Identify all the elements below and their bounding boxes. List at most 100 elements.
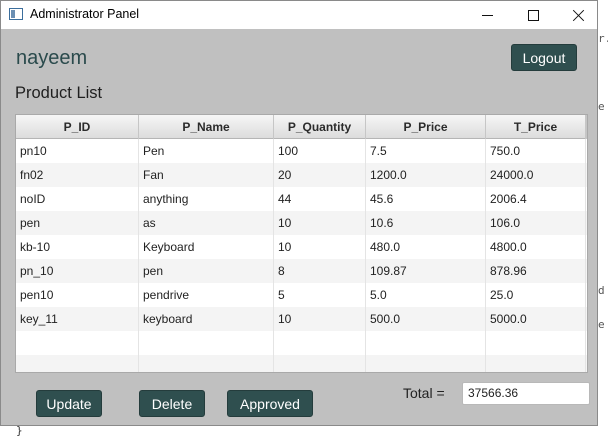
table-cell: pen (139, 259, 274, 283)
table-cell (586, 355, 587, 372)
table-row-empty[interactable] (16, 355, 587, 372)
table-cell: noID (16, 187, 139, 211)
table-cell: 878.96 (486, 259, 586, 283)
column-header-p-price[interactable]: P_Price (366, 115, 486, 139)
table-cell: 480.0 (366, 235, 486, 259)
table-cell (139, 355, 274, 372)
column-header-t-price[interactable]: T_Price (486, 115, 586, 139)
table-cell: 24000.0 (486, 163, 586, 187)
table-cell (139, 331, 274, 355)
table-cell: pen (16, 211, 139, 235)
administrator-panel-window: Administrator Panel nayeem Logout Produc… (0, 0, 598, 426)
title-bar[interactable]: Administrator Panel (1, 1, 597, 29)
table-row[interactable]: pen as 10 10.6 106.0 (16, 211, 587, 235)
table-cell: kb-10 (16, 235, 139, 259)
table-cell (586, 139, 587, 163)
table-row[interactable]: noID anything 44 45.6 2006.4 (16, 187, 587, 211)
product-list-heading: Product List (15, 84, 103, 102)
logout-button[interactable]: Logout (511, 44, 577, 71)
table-cell (586, 283, 587, 307)
table-cell: pen10 (16, 283, 139, 307)
background-code-fragment: d (598, 284, 605, 297)
table-cell (366, 355, 486, 372)
table-cell: pn10 (16, 139, 139, 163)
column-header-p-name[interactable]: P_Name (139, 115, 274, 139)
product-table[interactable]: P_ID P_Name P_Quantity P_Price T_Price p… (15, 114, 588, 373)
minimize-button[interactable] (464, 1, 510, 29)
table-cell: keyboard (139, 307, 274, 331)
column-header-p-id[interactable]: P_ID (16, 115, 139, 139)
table-cell: 45.6 (366, 187, 486, 211)
table-cell: 5000.0 (486, 307, 586, 331)
table-cell: pendrive (139, 283, 274, 307)
approved-button[interactable]: Approved (227, 390, 313, 417)
table-row[interactable]: fn02 Fan 20 1200.0 24000.0 (16, 163, 587, 187)
maximize-button[interactable] (510, 1, 556, 29)
table-row[interactable]: pen10 pendrive 5 5.0 25.0 (16, 283, 587, 307)
table-cell: Keyboard (139, 235, 274, 259)
table-row[interactable]: pn_10 pen 8 109.87 878.96 (16, 259, 587, 283)
table-cell (274, 331, 366, 355)
table-cell (586, 307, 587, 331)
table-cell: 109.87 (366, 259, 486, 283)
table-cell (586, 187, 587, 211)
table-cell (274, 355, 366, 372)
table-cell: 7.5 (366, 139, 486, 163)
table-row-empty[interactable] (16, 331, 587, 355)
total-label: Total = (403, 385, 445, 401)
table-cell: anything (139, 187, 274, 211)
table-cell (486, 331, 586, 355)
column-header-filler (586, 115, 587, 139)
table-cell: key_11 (16, 307, 139, 331)
table-cell: 10 (274, 307, 366, 331)
table-cell: 4800.0 (486, 235, 586, 259)
table-cell (586, 259, 587, 283)
table-cell (16, 331, 139, 355)
column-header-p-quantity[interactable]: P_Quantity (274, 115, 366, 139)
table-cell (16, 355, 139, 372)
table-cell: 100 (274, 139, 366, 163)
table-cell (586, 235, 587, 259)
table-cell: pn_10 (16, 259, 139, 283)
table-row[interactable]: kb-10 Keyboard 10 480.0 4800.0 (16, 235, 587, 259)
table-cell: as (139, 211, 274, 235)
background-code-fragment: e (598, 100, 605, 113)
table-cell (586, 163, 587, 187)
background-code-fragment: r. (598, 32, 608, 45)
table-cell: 750.0 (486, 139, 586, 163)
table-cell: 10 (274, 211, 366, 235)
minimize-icon (481, 14, 493, 16)
table-header: P_ID P_Name P_Quantity P_Price T_Price (16, 115, 587, 139)
table-cell (486, 355, 586, 372)
table-cell: Pen (139, 139, 274, 163)
background-editor-strip: r. e d e (598, 0, 608, 436)
table-cell: 8 (274, 259, 366, 283)
table-cell: fn02 (16, 163, 139, 187)
close-button[interactable] (555, 1, 601, 29)
background-code-fragment: e (598, 318, 605, 331)
table-cell: 10.6 (366, 211, 486, 235)
update-button[interactable]: Update (36, 390, 102, 417)
total-field[interactable]: 37566.36 (462, 382, 590, 405)
table-row[interactable]: key_11 keyboard 10 500.0 5000.0 (16, 307, 587, 331)
close-icon (572, 9, 585, 22)
table-row[interactable]: pn10 Pen 100 7.5 750.0 (16, 139, 587, 163)
window-title: Administrator Panel (30, 7, 140, 21)
username-label: nayeem (16, 47, 88, 69)
background-editor-bottom: } (0, 424, 608, 436)
table-cell (366, 331, 486, 355)
table-cell: 2006.4 (486, 187, 586, 211)
table-cell: 10 (274, 235, 366, 259)
table-cell: 500.0 (366, 307, 486, 331)
app-window-icon (9, 8, 23, 20)
table-cell: 5 (274, 283, 366, 307)
table-cell: 20 (274, 163, 366, 187)
table-cell: Fan (139, 163, 274, 187)
table-cell: 25.0 (486, 283, 586, 307)
delete-button[interactable]: Delete (139, 390, 205, 417)
table-cell: 106.0 (486, 211, 586, 235)
table-cell: 1200.0 (366, 163, 486, 187)
maximize-icon (527, 9, 539, 21)
table-cell: 5.0 (366, 283, 486, 307)
table-cell (586, 211, 587, 235)
